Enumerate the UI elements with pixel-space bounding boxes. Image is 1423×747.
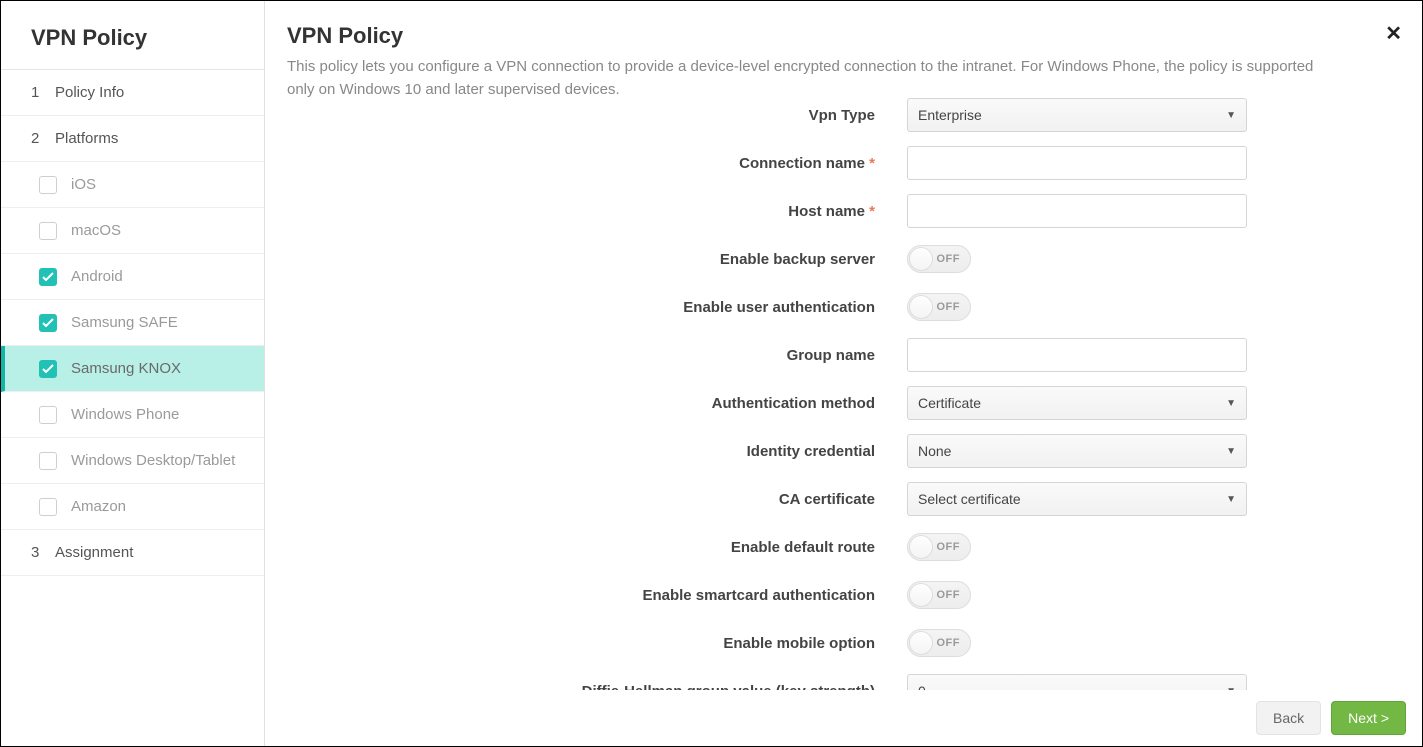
checkbox-icon[interactable] xyxy=(39,176,57,194)
field-label: Group name xyxy=(787,347,875,364)
toggle-knob xyxy=(909,631,933,655)
main-panel: ✕ VPN Policy This policy lets you config… xyxy=(265,1,1422,746)
toggle-text: OFF xyxy=(937,253,961,265)
sidebar-item-label: Android xyxy=(71,268,123,285)
checkbox-icon[interactable] xyxy=(39,314,57,332)
field-label: Enable smartcard authentication xyxy=(642,587,875,604)
checkbox-icon[interactable] xyxy=(39,268,57,286)
field-label: Vpn Type xyxy=(809,107,875,124)
toggle-text: OFF xyxy=(937,637,961,649)
auth-method-select[interactable]: Certificate ▼ xyxy=(907,386,1247,420)
field-label: Enable user authentication xyxy=(683,299,875,316)
field-label: Connection name xyxy=(739,155,865,172)
back-button[interactable]: Back xyxy=(1256,701,1321,735)
sidebar-step-policy-info[interactable]: 1 Policy Info xyxy=(1,70,264,116)
sidebar-item-windows-phone[interactable]: Windows Phone xyxy=(1,392,264,438)
select-value: Select certificate xyxy=(918,491,1021,507)
checkbox-icon[interactable] xyxy=(39,360,57,378)
select-value: Enterprise xyxy=(918,107,982,123)
checkbox-icon[interactable] xyxy=(39,452,57,470)
sidebar-item-samsung-knox[interactable]: Samsung KNOX xyxy=(1,346,264,392)
backup-server-toggle[interactable]: OFF xyxy=(907,245,971,273)
field-label: Identity credential xyxy=(747,443,875,460)
required-marker: * xyxy=(869,155,875,172)
sidebar-item-label: Windows Desktop/Tablet xyxy=(71,452,235,469)
select-value: Certificate xyxy=(918,395,981,411)
default-route-toggle[interactable]: OFF xyxy=(907,533,971,561)
sidebar-item-android[interactable]: Android xyxy=(1,254,264,300)
field-label: Enable backup server xyxy=(720,251,875,268)
sidebar-item-samsung-safe[interactable]: Samsung SAFE xyxy=(1,300,264,346)
footer: Back Next > xyxy=(265,690,1422,746)
sidebar-title: VPN Policy xyxy=(1,1,264,70)
field-label: Enable default route xyxy=(731,539,875,556)
sidebar-item-label: macOS xyxy=(71,222,121,239)
toggle-text: OFF xyxy=(937,589,961,601)
host-name-input[interactable] xyxy=(907,194,1247,228)
checkbox-icon[interactable] xyxy=(39,498,57,516)
field-label: CA certificate xyxy=(779,491,875,508)
sidebar-item-label: Samsung SAFE xyxy=(71,314,178,331)
step-label: Assignment xyxy=(55,544,133,561)
mobile-option-toggle[interactable]: OFF xyxy=(907,629,971,657)
group-name-input[interactable] xyxy=(907,338,1247,372)
sidebar: VPN Policy 1 Policy Info 2 Platforms iOS… xyxy=(1,1,265,746)
identity-credential-select[interactable]: None ▼ xyxy=(907,434,1247,468)
sidebar-item-label: Samsung KNOX xyxy=(71,360,181,377)
sidebar-item-ios[interactable]: iOS xyxy=(1,162,264,208)
sidebar-step-platforms[interactable]: 2 Platforms xyxy=(1,116,264,162)
ca-certificate-select[interactable]: Select certificate ▼ xyxy=(907,482,1247,516)
close-icon[interactable]: ✕ xyxy=(1385,21,1402,46)
required-marker: * xyxy=(869,203,875,220)
sidebar-item-windows-desktop-tablet[interactable]: Windows Desktop/Tablet xyxy=(1,438,264,484)
sidebar-step-assignment[interactable]: 3 Assignment xyxy=(1,530,264,576)
step-number: 1 xyxy=(31,84,45,101)
toggle-knob xyxy=(909,583,933,607)
step-label: Platforms xyxy=(55,130,118,147)
chevron-down-icon: ▼ xyxy=(1226,110,1236,121)
toggle-knob xyxy=(909,535,933,559)
toggle-knob xyxy=(909,295,933,319)
smartcard-auth-toggle[interactable]: OFF xyxy=(907,581,971,609)
step-number: 2 xyxy=(31,130,45,147)
toggle-text: OFF xyxy=(937,301,961,313)
sidebar-item-label: Amazon xyxy=(71,498,126,515)
step-number: 3 xyxy=(31,544,45,561)
sidebar-item-macos[interactable]: macOS xyxy=(1,208,264,254)
toggle-knob xyxy=(909,247,933,271)
step-label: Policy Info xyxy=(55,84,124,101)
sidebar-item-amazon[interactable]: Amazon xyxy=(1,484,264,530)
select-value: None xyxy=(918,443,951,459)
page-title: VPN Policy xyxy=(287,23,1386,49)
checkbox-icon[interactable] xyxy=(39,222,57,240)
field-label: Host name xyxy=(788,203,865,220)
form-area: Vpn Type Enterprise ▼ Connection name * … xyxy=(287,91,1386,696)
vpn-type-select[interactable]: Enterprise ▼ xyxy=(907,98,1247,132)
next-button[interactable]: Next > xyxy=(1331,701,1406,735)
connection-name-input[interactable] xyxy=(907,146,1247,180)
user-auth-toggle[interactable]: OFF xyxy=(907,293,971,321)
checkbox-icon[interactable] xyxy=(39,406,57,424)
chevron-down-icon: ▼ xyxy=(1226,494,1236,505)
field-label: Enable mobile option xyxy=(723,635,875,652)
chevron-down-icon: ▼ xyxy=(1226,398,1236,409)
sidebar-item-label: Windows Phone xyxy=(71,406,179,423)
toggle-text: OFF xyxy=(937,541,961,553)
chevron-down-icon: ▼ xyxy=(1226,446,1236,457)
sidebar-item-label: iOS xyxy=(71,176,96,193)
field-label: Authentication method xyxy=(712,395,875,412)
